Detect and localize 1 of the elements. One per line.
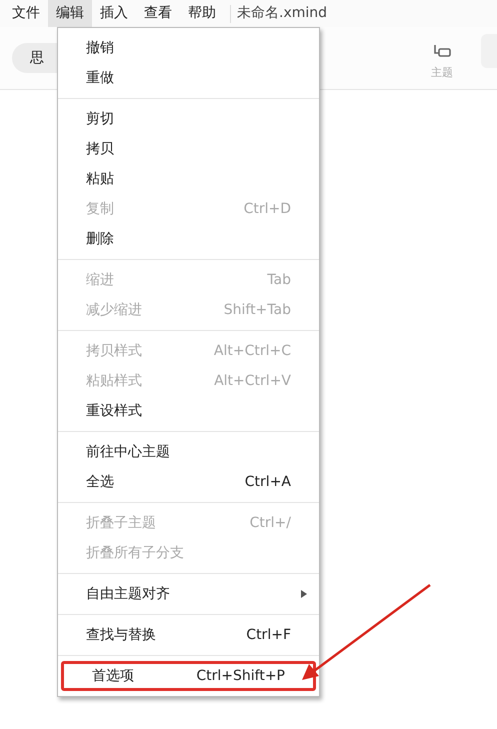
document-title: 未命名.xmind [237, 4, 328, 23]
